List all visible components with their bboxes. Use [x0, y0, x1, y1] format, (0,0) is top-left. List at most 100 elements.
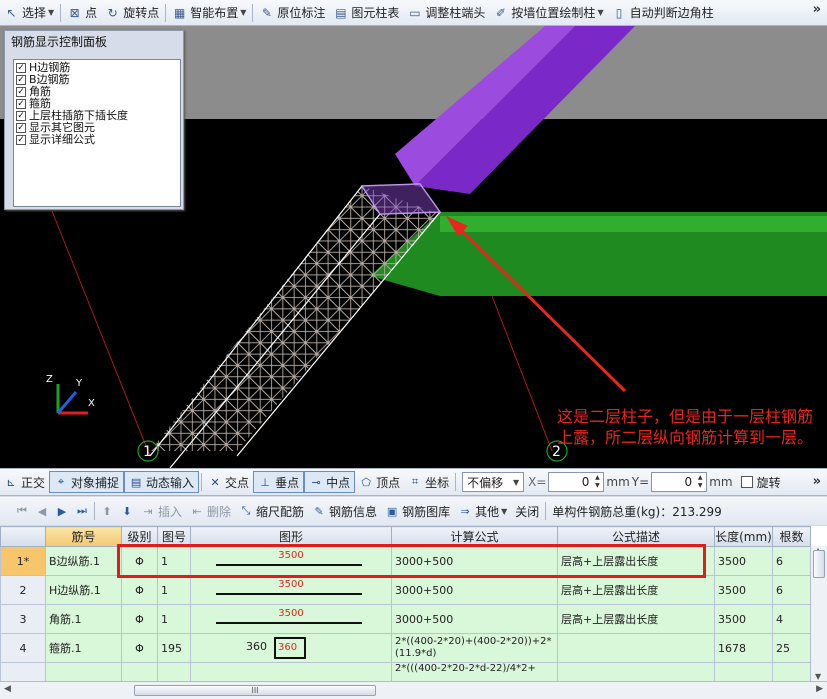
coordinate-button[interactable]: ⌗ 坐标	[404, 471, 453, 493]
count-cell[interactable]: 25	[772, 633, 811, 663]
header-rebar-no[interactable]: 筋号	[45, 526, 122, 547]
length-cell[interactable]: 1678	[714, 633, 773, 663]
description-cell[interactable]: 层高+上层露出长度	[557, 546, 715, 576]
description-cell[interactable]	[557, 633, 715, 663]
fig-no-cell[interactable]: 1	[157, 575, 191, 605]
chevron-down-icon[interactable]: ▼	[48, 8, 54, 17]
fig-no-cell[interactable]: 195	[157, 633, 191, 663]
description-cell[interactable]: 层高+上层露出长度	[557, 575, 715, 605]
table-row[interactable]: 4 箍筋.1 Φ 195 360 360 2*((400-2*20)+(400-2…	[0, 633, 811, 663]
insert-button[interactable]: ⇥ 插入	[137, 500, 186, 522]
header-count[interactable]: 根数	[772, 526, 811, 547]
object-snap-button[interactable]: ⌖ 对象捕捉	[49, 471, 125, 493]
header-formula[interactable]: 计算公式	[391, 526, 558, 547]
header-description[interactable]: 公式描述	[557, 526, 715, 547]
formula-cell[interactable]: 2*(((400-2*20-2*d-22)/4*2+	[391, 662, 558, 681]
point-button[interactable]: ⊠ 点	[63, 2, 101, 24]
draw-by-wall-button[interactable]: ✐ 按墙位置绘制柱 ▼	[489, 2, 607, 24]
select-button[interactable]: ↖ 选择 ▼	[0, 2, 58, 24]
last-record-icon[interactable]: ⏭	[74, 503, 90, 519]
x-coordinate-input[interactable]: 0 ▲ ▼	[548, 472, 605, 492]
scroll-right-icon[interactable]: ▶	[816, 684, 823, 694]
first-record-icon[interactable]: ⏮	[14, 503, 30, 519]
close-button[interactable]: 关闭	[511, 500, 543, 522]
fig-no-cell[interactable]	[157, 662, 191, 681]
header-grade[interactable]: 级别	[121, 526, 158, 547]
perpendicular-button[interactable]: ⊥ 垂点	[253, 471, 305, 493]
column-table-button[interactable]: ▤ 图元柱表	[329, 2, 403, 24]
move-up-icon[interactable]: ⬆	[99, 503, 115, 519]
in-place-annotation-button[interactable]: ✎ 原位标注	[255, 2, 329, 24]
row-number[interactable]: 1*	[0, 546, 46, 576]
offset-select[interactable]: 不偏移 ▼	[462, 472, 525, 492]
fig-no-cell[interactable]: 1	[157, 604, 191, 634]
fig-no-cell[interactable]: 1	[157, 546, 191, 576]
rotate-point-button[interactable]: ↻ 旋转点	[101, 2, 163, 24]
rebar-name-cell[interactable]: H边纵筋.1	[45, 575, 122, 605]
snap-toolbar-overflow[interactable]: »	[813, 474, 821, 489]
shape-cell[interactable]: 360 360	[190, 633, 392, 663]
checkbox-detailed-formula[interactable]: ✓ 显示详细公式	[16, 134, 178, 146]
chevron-down-icon[interactable]: ▼	[240, 8, 246, 17]
length-cell[interactable]: 3500	[714, 546, 773, 576]
formula-cell[interactable]: 3000+500	[391, 575, 558, 605]
length-cell[interactable]: 3500	[714, 575, 773, 605]
midpoint-button[interactable]: ⊸ 中点	[304, 471, 356, 493]
formula-cell[interactable]: 3000+500	[391, 604, 558, 634]
formula-cell[interactable]: 3000+500	[391, 546, 558, 576]
shape-cell[interactable]: 3500	[190, 546, 392, 576]
count-cell[interactable]: 6	[772, 575, 811, 605]
row-number[interactable]	[0, 662, 46, 681]
table-row[interactable]: 3 角筋.1 Φ 1 3500 3000+500 层高+上层露出长度 3500 …	[0, 604, 811, 634]
count-cell[interactable]: 4	[772, 604, 811, 634]
vertex-button[interactable]: ⬠ 顶点	[355, 471, 404, 493]
adjust-column-end-button[interactable]: ▭ 调整柱端头	[403, 2, 489, 24]
grade-cell[interactable]: Φ	[121, 546, 158, 576]
chevron-down-icon[interactable]: ▼	[597, 8, 603, 17]
rebar-name-cell[interactable]: 箍筋.1	[45, 633, 122, 663]
horizontal-scroll-thumb[interactable]: III	[134, 685, 376, 696]
scroll-left-icon[interactable]: ◀	[4, 684, 11, 694]
shape-cell[interactable]: 3500	[190, 575, 392, 605]
scale-rebar-button[interactable]: ⤡ 缩尺配筋	[235, 500, 308, 522]
description-cell[interactable]	[557, 662, 715, 681]
row-number[interactable]: 2	[0, 575, 46, 605]
next-record-icon[interactable]: ▶	[54, 503, 70, 519]
grade-cell[interactable]: Φ	[121, 575, 158, 605]
prev-record-icon[interactable]: ◀	[34, 503, 50, 519]
dynamic-input-button[interactable]: ▤ 动态输入	[124, 471, 200, 493]
spinner-icon[interactable]: ▲ ▼	[695, 474, 705, 490]
rebar-library-button[interactable]: ▣ 钢筋图库	[381, 500, 454, 522]
ortho-button[interactable]: ⊾ 正交	[0, 471, 49, 493]
shape-cell[interactable]: 3500	[190, 604, 392, 634]
row-number[interactable]: 4	[0, 633, 46, 663]
rebar-name-cell[interactable]	[45, 662, 122, 681]
rebar-name-cell[interactable]: 角筋.1	[45, 604, 122, 634]
delete-button[interactable]: ⇤ 删除	[186, 500, 235, 522]
formula-cell[interactable]: 2*((400-2*20)+(400-2*20))+2*(11.9*d)	[391, 633, 558, 663]
header-length[interactable]: 长度(mm)	[714, 526, 773, 547]
table-row[interactable]: 2 H边纵筋.1 Φ 1 3500 3000+500 层高+上层露出长度 350…	[0, 575, 811, 605]
rebar-info-button[interactable]: ✎ 钢筋信息	[308, 500, 381, 522]
intersection-button[interactable]: ✕ 交点	[204, 471, 253, 493]
move-down-icon[interactable]: ⬇	[119, 503, 135, 519]
table-row[interactable]: 2*(((400-2*20-2*d-22)/4*2+	[0, 662, 811, 681]
header-fig-no[interactable]: 图号	[157, 526, 191, 547]
row-number[interactable]: 3	[0, 604, 46, 634]
shape-cell[interactable]	[190, 662, 392, 681]
length-cell[interactable]	[714, 662, 773, 681]
vertical-scroll-thumb[interactable]	[813, 550, 825, 578]
toolbar-overflow-button[interactable]: »	[813, 2, 821, 17]
count-cell[interactable]	[772, 662, 811, 681]
rotate-checkbox[interactable]	[740, 476, 753, 488]
length-cell[interactable]: 3500	[714, 604, 773, 634]
horizontal-scrollbar[interactable]: ◀ III ▶	[0, 681, 827, 699]
description-cell[interactable]: 层高+上层露出长度	[557, 604, 715, 634]
count-cell[interactable]: 6	[772, 546, 811, 576]
table-row[interactable]: 1* B边纵筋.1 Φ 1 3500 3000+500 层高+上层露出长度 35…	[0, 546, 811, 576]
header-shape[interactable]: 图形	[190, 526, 392, 547]
grade-cell[interactable]: Φ	[121, 633, 158, 663]
smart-layout-button[interactable]: ▦ 智能布置 ▼	[168, 2, 250, 24]
spinner-icon[interactable]: ▲ ▼	[592, 474, 602, 490]
y-coordinate-input[interactable]: 0 ▲ ▼	[651, 472, 708, 492]
